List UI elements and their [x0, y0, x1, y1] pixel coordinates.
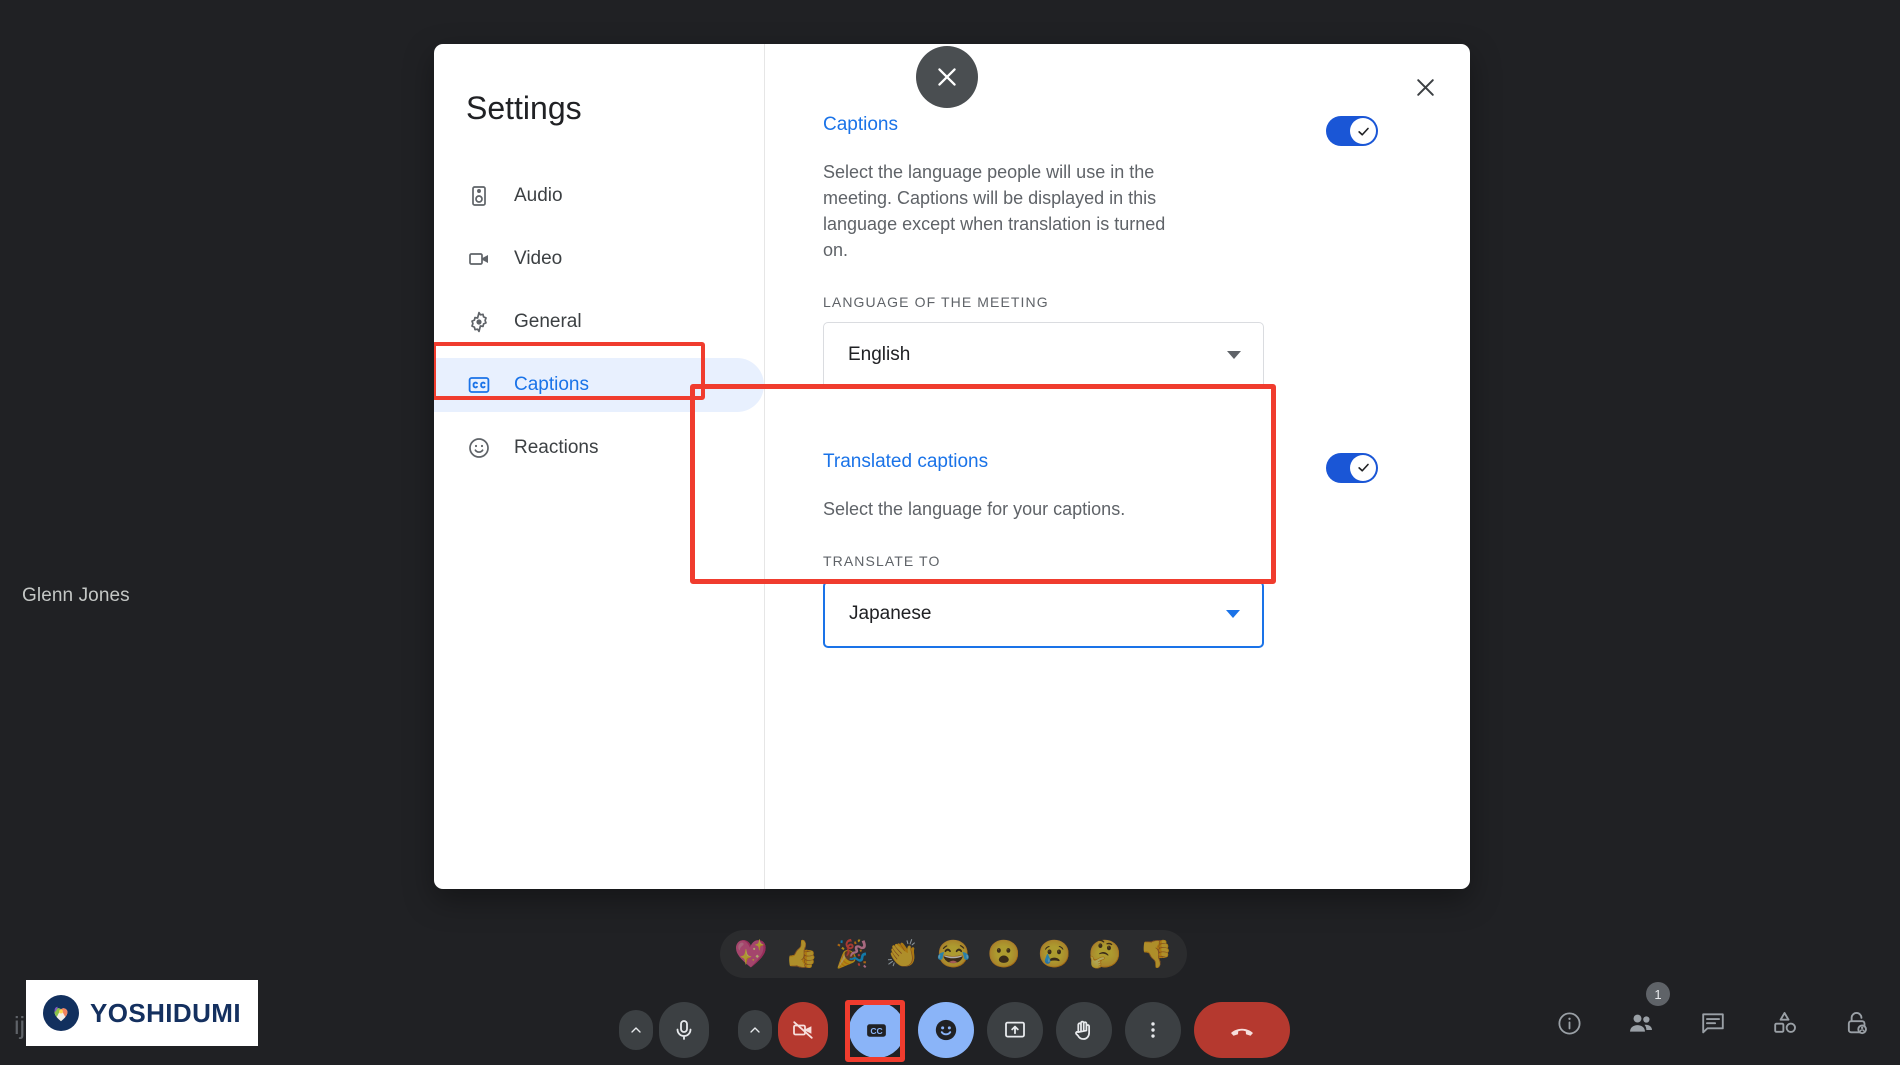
- chat-bubble-icon: [1702, 1013, 1724, 1034]
- language-of-meeting-value: English: [848, 344, 911, 366]
- sidebar-item-audio[interactable]: Audio: [434, 169, 764, 223]
- sidebar-item-captions[interactable]: Captions: [434, 358, 764, 412]
- chevron-down-icon: [1227, 351, 1241, 360]
- section-title-translated-captions: Translated captions: [823, 450, 989, 472]
- video-camera-icon: [466, 246, 492, 272]
- gear-icon: [466, 309, 492, 335]
- captions-button[interactable]: CC: [848, 1002, 905, 1058]
- settings-content: Captions Select the language people will…: [765, 44, 1470, 889]
- toggle-knob: [1350, 454, 1376, 481]
- reaction-emoji[interactable]: 😮: [987, 940, 1021, 968]
- microphone-group: [611, 1002, 717, 1058]
- sidebar-item-reactions[interactable]: Reactions: [434, 421, 764, 475]
- info-icon: [1557, 1011, 1581, 1035]
- check-icon: [1357, 463, 1369, 472]
- check-icon: [1357, 127, 1369, 136]
- sidebar-item-label: Video: [514, 248, 563, 269]
- settings-nav: Audio Video General Captions Reactions: [434, 169, 764, 475]
- reaction-emoji-bar: 💖 👍 🎉 👏 😂 😮 😢 🤔 👎: [720, 930, 1187, 978]
- captions-section: Captions Select the language people will…: [791, 88, 1424, 389]
- raised-hand-icon: [1075, 1020, 1091, 1040]
- sidebar-item-label: Reactions: [514, 437, 599, 458]
- camera-group: [730, 1002, 836, 1058]
- shapes-icon: [1774, 1012, 1796, 1033]
- participants-count-badge: 1: [1646, 982, 1670, 1006]
- people-icon: [1630, 1014, 1652, 1032]
- translated-captions-description: Select the language for your captions.: [823, 498, 1126, 519]
- sidebar-item-general[interactable]: General: [434, 295, 764, 349]
- language-of-meeting-select[interactable]: English: [823, 321, 1264, 389]
- activities-button[interactable]: [1762, 1000, 1808, 1046]
- reaction-emoji[interactable]: 👍: [785, 940, 819, 968]
- settings-dialog: Settings Audio Video General Captions Re…: [434, 44, 1470, 889]
- sidebar-item-label: Audio: [514, 185, 563, 206]
- reaction-emoji[interactable]: 💖: [734, 940, 768, 968]
- closed-caption-icon: [466, 372, 492, 398]
- mic-options-chevron-icon[interactable]: [618, 1010, 653, 1050]
- participant-name: Glenn Jones: [22, 585, 130, 606]
- translate-to-label: TRANSLATE TO: [823, 552, 941, 569]
- sidebar-item-label: Captions: [514, 374, 589, 395]
- lock-person-icon: [1847, 1012, 1867, 1035]
- language-of-meeting-label: LANGUAGE OF THE MEETING: [823, 293, 1049, 310]
- microphone-icon: [676, 1020, 691, 1040]
- end-call-icon: [1230, 1028, 1253, 1036]
- present-screen-icon: [1004, 1021, 1025, 1038]
- meeting-details-button[interactable]: [1546, 1000, 1592, 1046]
- captions-toggle[interactable]: [1326, 116, 1378, 146]
- translate-to-value: Japanese: [849, 603, 932, 625]
- present-button[interactable]: [986, 1002, 1043, 1058]
- reaction-emoji[interactable]: 🤔: [1088, 940, 1122, 968]
- raise-hand-button[interactable]: [1055, 1002, 1112, 1058]
- meet-screen: Glenn Jones ij YOSHIDUMI Settings Audio …: [0, 0, 1900, 1065]
- camera-off-icon: [792, 1021, 813, 1039]
- camera-options-chevron-icon[interactable]: [737, 1010, 772, 1050]
- reaction-emoji[interactable]: 😂: [937, 940, 971, 968]
- camera-button[interactable]: [777, 1002, 828, 1058]
- more-vertical-icon: [1150, 1022, 1155, 1038]
- close-icon: [938, 68, 956, 86]
- section-title-captions: Captions: [823, 114, 898, 135]
- dialog-title: Settings: [466, 90, 582, 126]
- speaker-icon: [466, 183, 492, 209]
- svg-text:CC: CC: [870, 1026, 882, 1036]
- meeting-status-icons: 1: [1546, 982, 1880, 1046]
- end-call-button[interactable]: [1193, 1002, 1290, 1058]
- settings-sidebar: Settings Audio Video General Captions Re…: [434, 44, 765, 889]
- chevron-down-icon: [1226, 610, 1240, 619]
- toggle-knob: [1350, 118, 1376, 144]
- more-options-button[interactable]: [1124, 1002, 1181, 1058]
- reaction-emoji[interactable]: 👏: [886, 940, 920, 968]
- participants-button[interactable]: 1: [1618, 982, 1670, 1046]
- translated-captions-section: Translated captions Select the language …: [791, 429, 1424, 674]
- translate-to-select[interactable]: Japanese: [823, 580, 1264, 648]
- translated-captions-toggle[interactable]: [1326, 452, 1378, 483]
- reaction-emoji[interactable]: 😢: [1038, 940, 1072, 968]
- captions-description: Select the language people will use in t…: [823, 162, 1166, 260]
- reactions-button[interactable]: [917, 1002, 974, 1058]
- reaction-emoji[interactable]: 👎: [1139, 940, 1173, 968]
- sidebar-item-label: General: [514, 311, 582, 332]
- microphone-button[interactable]: [658, 1002, 709, 1058]
- reaction-emoji[interactable]: 🎉: [835, 940, 869, 968]
- smiley-icon: [466, 435, 492, 461]
- floating-close-button[interactable]: [916, 46, 978, 108]
- closed-caption-icon: CC: [867, 1023, 886, 1037]
- sidebar-item-video[interactable]: Video: [434, 232, 764, 286]
- host-controls-button[interactable]: [1834, 1000, 1880, 1046]
- chat-button[interactable]: [1690, 1000, 1736, 1046]
- smiley-icon: [935, 1019, 956, 1041]
